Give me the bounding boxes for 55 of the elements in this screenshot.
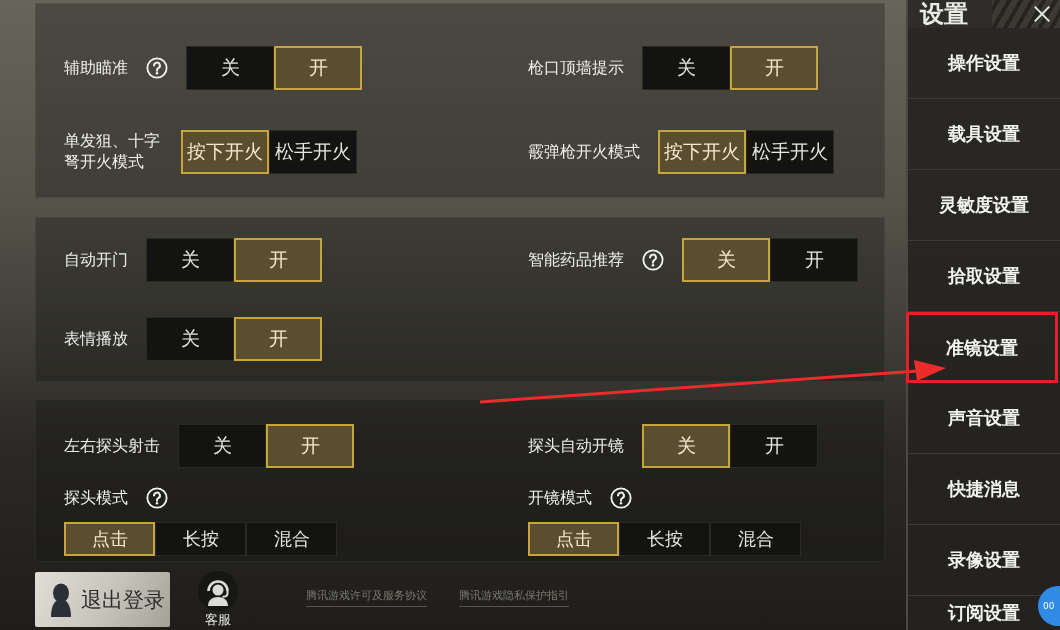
setting-label: 表情播放 (64, 328, 128, 350)
help-icon[interactable] (610, 487, 632, 509)
sidebar-item[interactable]: 灵敏度设置 (908, 170, 1060, 241)
segment-option[interactable]: 长按 (155, 522, 246, 556)
setting-label: 智能药品推荐 (528, 249, 624, 271)
sidebar-item[interactable]: 载具设置 (908, 99, 1060, 170)
segment-option[interactable]: 开 (274, 46, 362, 90)
setting-label: 左右探头射击 (64, 435, 160, 457)
segment-option[interactable]: 开 (730, 46, 818, 90)
segment-option[interactable]: 关 (642, 46, 730, 90)
segment-option[interactable]: 开 (234, 317, 322, 361)
help-icon[interactable] (146, 57, 168, 79)
segment-option[interactable]: 松手开火 (269, 130, 358, 174)
segment-option[interactable]: 点击 (528, 522, 619, 556)
customer-service-button[interactable]: 客服 (198, 571, 238, 627)
setting-label: 枪口顶墙提示 (528, 57, 624, 79)
segment-option[interactable]: 关 (682, 238, 770, 282)
segment-option[interactable]: 关 (186, 46, 274, 90)
sidebar-item[interactable]: 快捷消息 (908, 454, 1060, 525)
person-silhouette-icon (49, 582, 73, 617)
segment-option[interactable]: 混合 (246, 522, 337, 556)
segment-option[interactable]: 按下开火 (181, 130, 270, 174)
sidebar-item[interactable]: 准镜设置 (906, 312, 1058, 383)
segment-option[interactable]: 点击 (64, 522, 155, 556)
segment-option[interactable]: 关 (642, 424, 730, 468)
sidebar-item[interactable]: 订阅设置 (908, 596, 1036, 630)
setting-label: 探头自动开镜 (528, 435, 624, 457)
segment-option[interactable]: 关 (178, 424, 266, 468)
segment-option[interactable]: 开 (730, 424, 818, 468)
sidebar-item[interactable]: 拾取设置 (908, 241, 1060, 312)
headset-person-icon (198, 571, 238, 611)
segment-option[interactable]: 按下开火 (658, 130, 746, 174)
segment-option[interactable]: 关 (146, 238, 234, 282)
setting-label: 单发狙、十字弩开火模式 (64, 131, 161, 173)
segment-option[interactable]: 关 (146, 317, 234, 361)
footer-link[interactable]: 腾讯游戏隐私保护指引 (459, 588, 569, 607)
sidebar-item[interactable]: 操作设置 (908, 28, 1060, 99)
segment-option[interactable]: 开 (266, 424, 354, 468)
sidebar-item[interactable]: 声音设置 (908, 383, 1060, 454)
logout-button[interactable]: 退出登录 (35, 572, 170, 627)
help-icon[interactable] (146, 487, 168, 509)
setting-label: 自动开门 (64, 249, 128, 271)
segment-option[interactable]: 松手开火 (746, 130, 834, 174)
segment-option[interactable]: 长按 (619, 522, 710, 556)
setting-label: 探头模式 (64, 487, 128, 509)
sidebar-title: 设置 (920, 0, 968, 28)
segment-option[interactable]: 开 (234, 238, 322, 282)
setting-label: 辅助瞄准 (64, 57, 128, 79)
close-icon[interactable] (1032, 4, 1052, 24)
segment-option[interactable]: 混合 (710, 522, 801, 556)
help-icon[interactable] (642, 249, 664, 271)
setting-label: 霰弹枪开火模式 (528, 141, 640, 163)
footer-link[interactable]: 腾讯游戏许可及服务协议 (306, 588, 427, 607)
setting-label: 开镜模式 (528, 487, 592, 509)
segment-option[interactable]: 开 (770, 238, 858, 282)
